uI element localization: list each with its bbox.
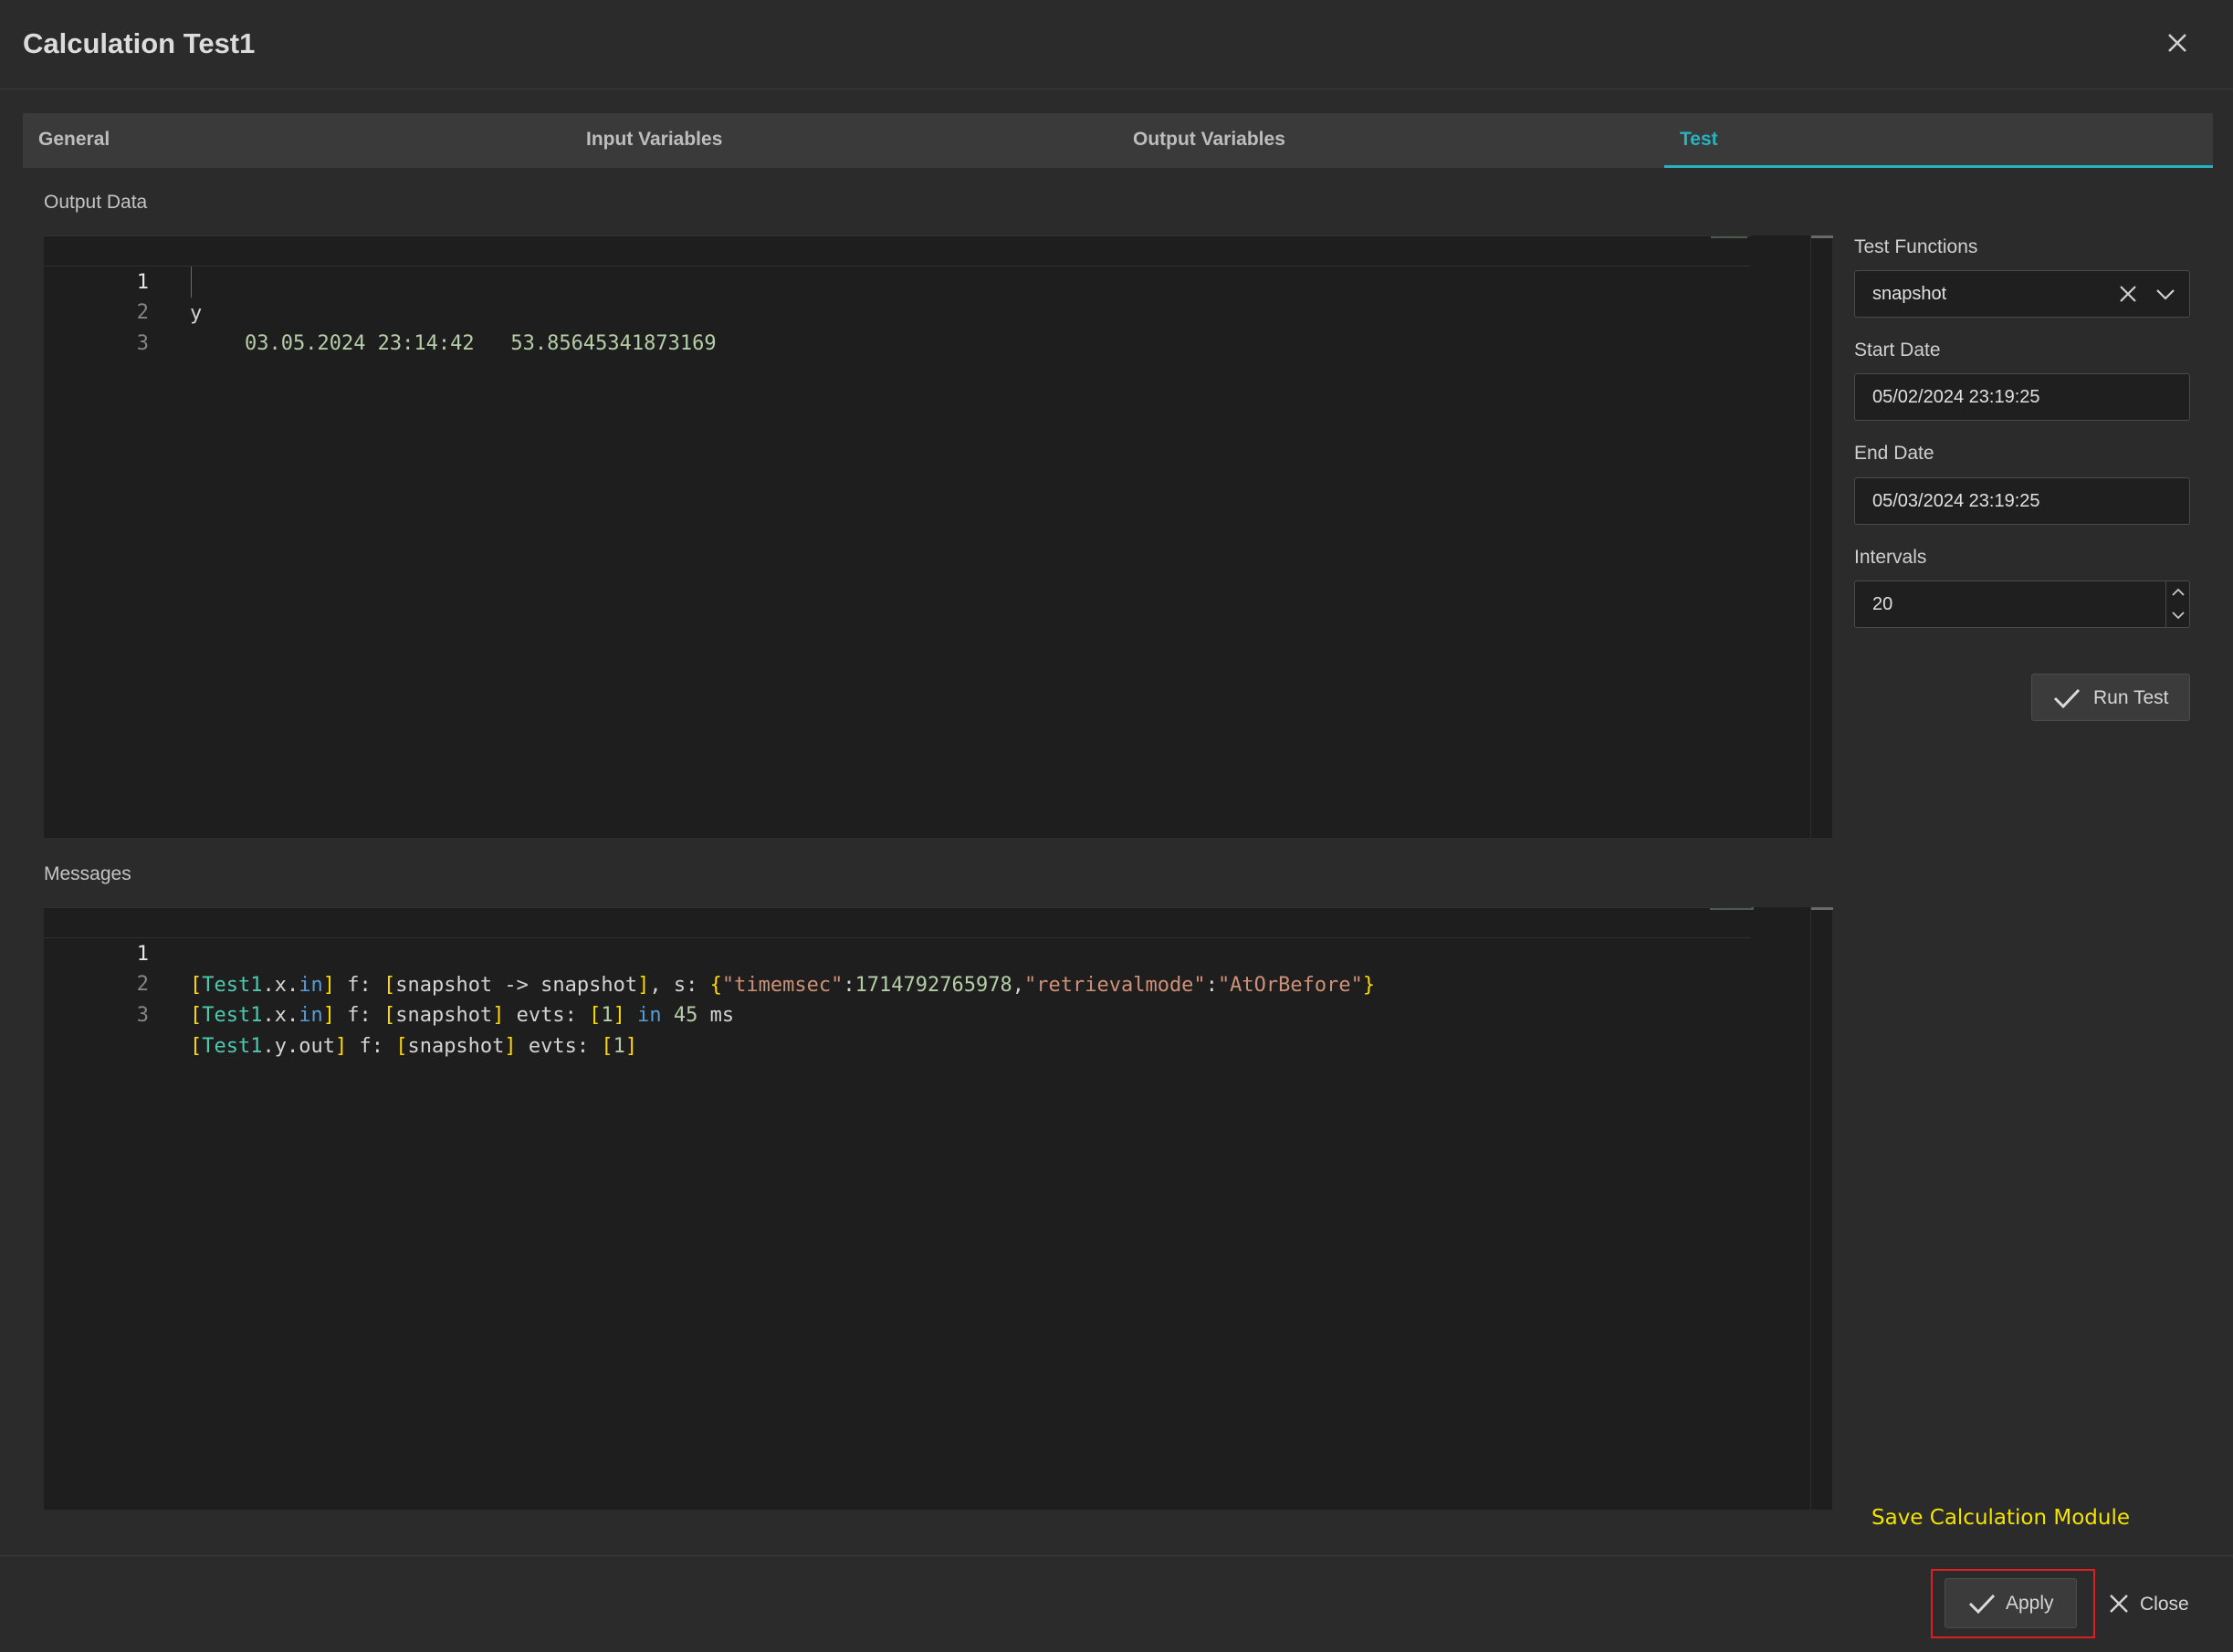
close-icon[interactable] bbox=[2162, 27, 2193, 58]
line-number: 3 bbox=[136, 1004, 149, 1027]
intervals-label: Intervals bbox=[1854, 547, 1927, 568]
tab-input-variables[interactable]: Input Variables bbox=[571, 113, 1118, 168]
end-date-label: End Date bbox=[1854, 443, 1934, 464]
check-icon bbox=[2053, 688, 2081, 709]
output-date: 03.05.2024 23:14:42 bbox=[244, 332, 475, 355]
code-line: 3 [Test1.y.out] f: [snapshot] evts: [1] bbox=[44, 969, 1751, 1058]
message-line-2: [Test1.x.in] f: [snapshot] evts: [1] in … bbox=[190, 1004, 735, 1027]
code-line: 2 [Test1.x.in] f: [snapshot] evts: [1] i… bbox=[44, 938, 1751, 1027]
code-line: 1 y bbox=[44, 235, 1751, 325]
output-data-label: Output Data bbox=[44, 192, 148, 213]
end-date-input[interactable]: 05/03/2024 23:19:25 bbox=[1854, 477, 2190, 525]
test-functions-value: snapshot bbox=[1872, 284, 1947, 304]
start-date-input[interactable]: 05/02/2024 23:19:25 bbox=[1854, 373, 2190, 421]
dialog-header: Calculation Test1 bbox=[0, 0, 2233, 89]
message-line-3: [Test1.y.out] f: [snapshot] evts: [1] bbox=[190, 1035, 638, 1058]
tab-test[interactable]: Test bbox=[1664, 113, 2213, 168]
end-date-value: 05/03/2024 23:19:25 bbox=[1872, 491, 2040, 511]
clear-icon[interactable] bbox=[2118, 284, 2138, 304]
intervals-value: 20 bbox=[1872, 594, 1893, 614]
tab-output-variables[interactable]: Output Variables bbox=[1117, 113, 1665, 168]
code-line: 1 [Test1.x.in] f: [snapshot -> snapshot]… bbox=[44, 907, 1751, 997]
output-data-editor[interactable]: 1 y 2 03.05.2024 23:14:42 53.85645341873… bbox=[44, 235, 1833, 838]
close-label: Close bbox=[2140, 1594, 2189, 1615]
output-value: 53.85645341873169 bbox=[510, 332, 717, 355]
editor-scrollbar[interactable] bbox=[1810, 235, 1833, 838]
intervals-spinner[interactable] bbox=[2165, 581, 2189, 627]
run-test-label: Run Test bbox=[2093, 687, 2169, 708]
line-number: 3 bbox=[136, 332, 149, 355]
start-date-label: Start Date bbox=[1854, 340, 1941, 361]
dialog-footer bbox=[0, 1555, 2233, 1652]
messages-label: Messages bbox=[44, 863, 131, 884]
messages-editor[interactable]: 1 [Test1.x.in] f: [snapshot -> snapshot]… bbox=[44, 907, 1833, 1510]
save-calculation-module-link[interactable]: Save Calculation Module bbox=[1871, 1506, 2130, 1530]
test-functions-select[interactable]: snapshot bbox=[1854, 270, 2190, 318]
close-button[interactable]: Close bbox=[2107, 1588, 2217, 1619]
chevron-up-icon[interactable] bbox=[2171, 586, 2186, 599]
close-icon bbox=[2110, 1594, 2128, 1613]
code-line: 2 03.05.2024 23:14:42 53.85645341873169 bbox=[44, 267, 1751, 355]
tab-bar: General Input Variables Output Variables… bbox=[23, 113, 2213, 168]
dialog-title: Calculation Test1 bbox=[23, 27, 256, 59]
chevron-down-icon[interactable] bbox=[2154, 284, 2176, 304]
code-line: 3 bbox=[44, 298, 1751, 355]
tab-general[interactable]: General bbox=[23, 113, 571, 168]
check-icon bbox=[1968, 1594, 1996, 1615]
run-test-button[interactable]: Run Test bbox=[2031, 674, 2190, 721]
test-functions-label: Test Functions bbox=[1854, 236, 1978, 257]
apply-button[interactable]: Apply bbox=[1945, 1578, 2077, 1628]
chevron-down-icon[interactable] bbox=[2171, 609, 2186, 622]
editor-scrollbar[interactable] bbox=[1810, 907, 1833, 1510]
apply-label: Apply bbox=[2006, 1593, 2054, 1614]
start-date-value: 05/02/2024 23:19:25 bbox=[1872, 387, 2040, 407]
intervals-stepper[interactable]: 20 bbox=[1854, 580, 2190, 628]
